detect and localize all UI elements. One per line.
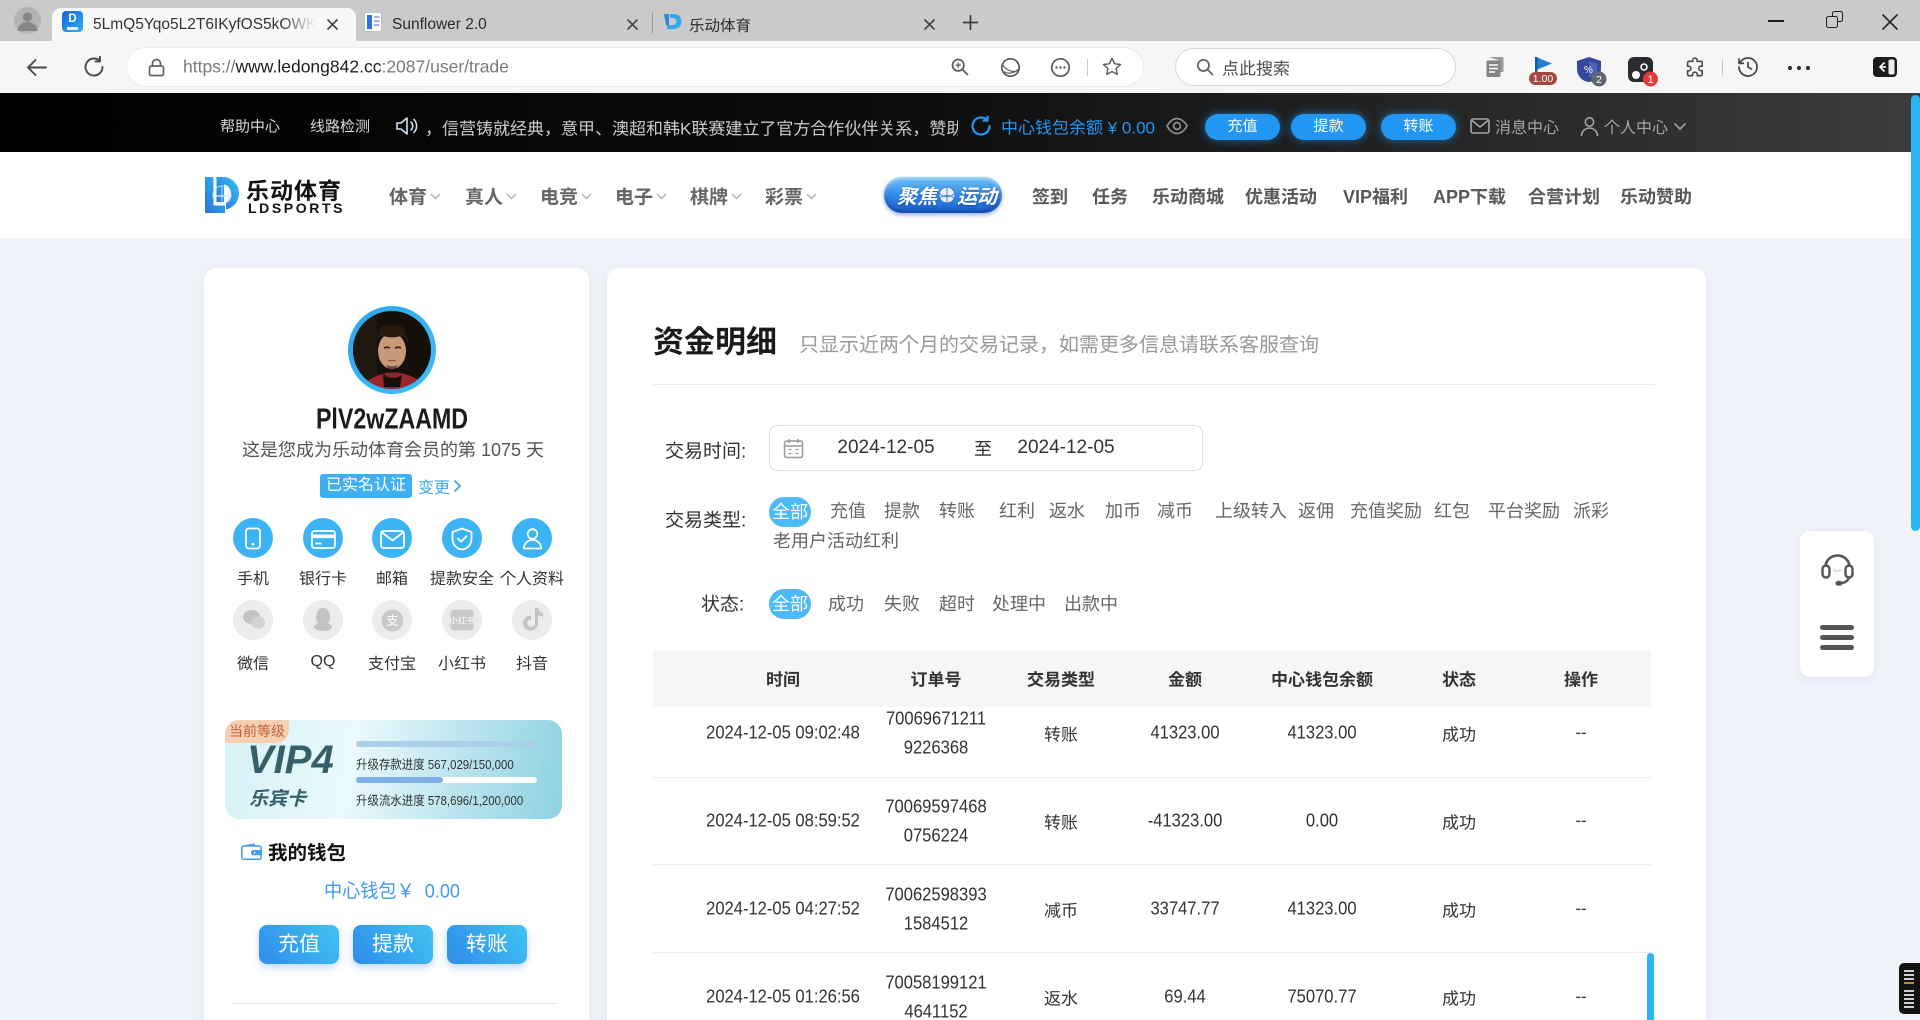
svg-text:%: % [1584, 65, 1593, 76]
svg-text:小红书: 小红书 [450, 615, 474, 627]
svg-text:2: 2 [1596, 74, 1602, 86]
svg-text:1.00: 1.00 [1533, 73, 1554, 85]
svg-text:1: 1 [1647, 74, 1653, 86]
svg-text:支: 支 [386, 610, 399, 629]
